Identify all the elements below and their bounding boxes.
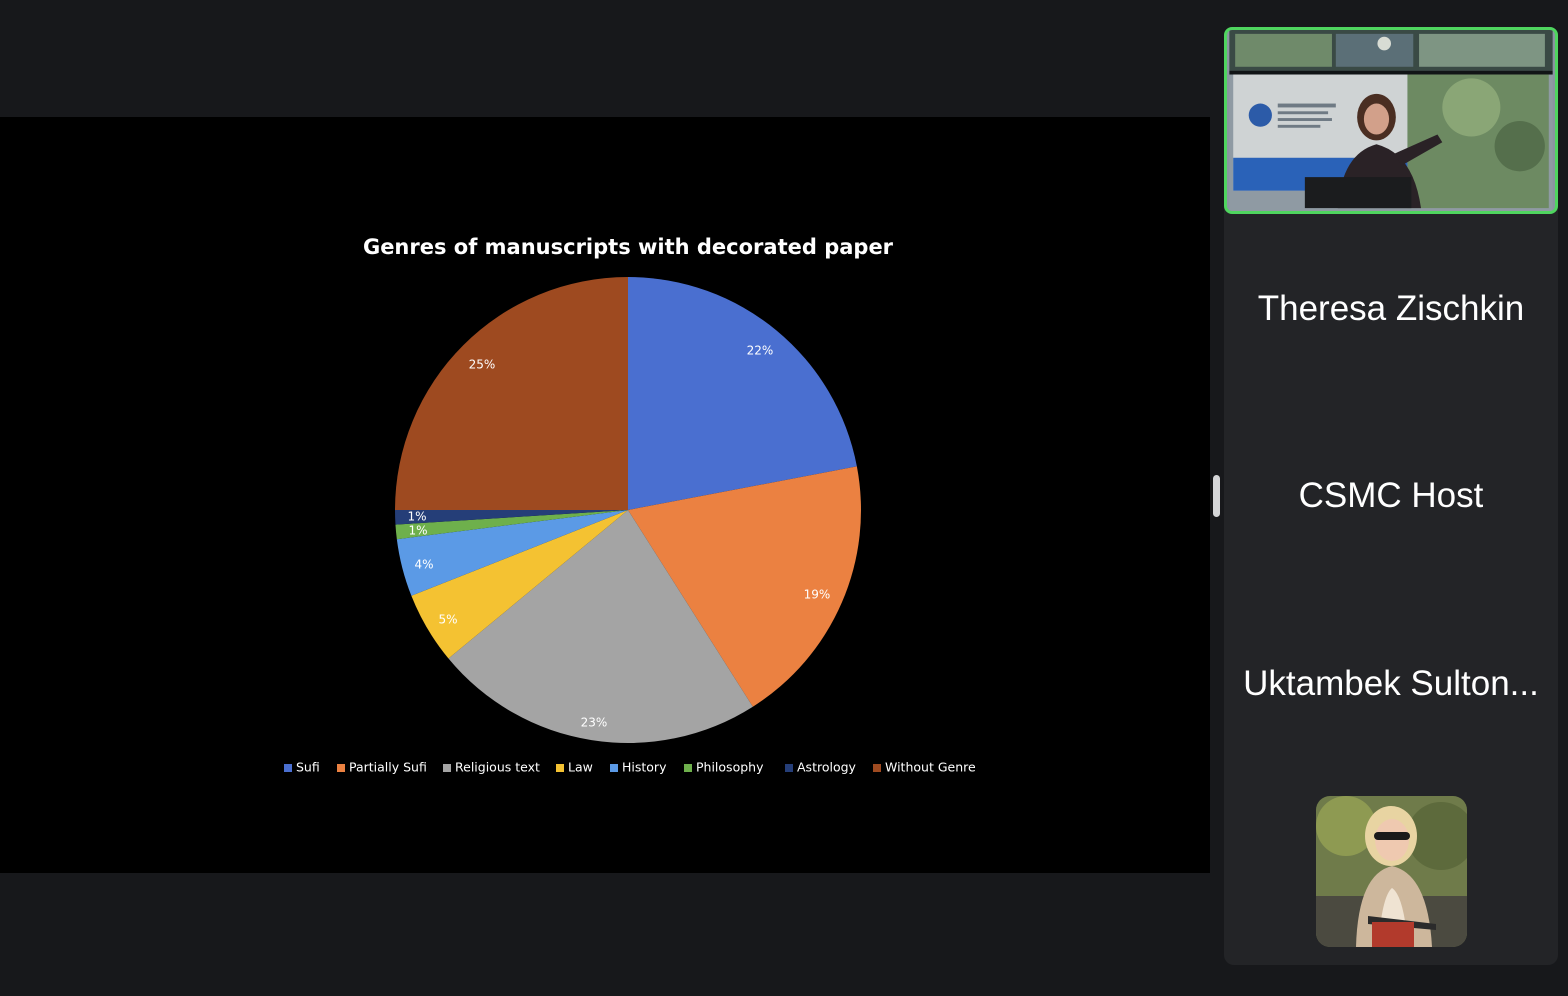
legend-label: Without Genre [885,760,976,775]
slice-data-label: 25% [469,358,496,372]
legend-label: Astrology [797,760,857,775]
pie-slice-without-genre [395,277,628,510]
legend-label: Law [568,760,593,775]
participant-tile-uktambek[interactable]: Uktambek Sulton... [1224,609,1558,759]
slice-data-label: 23% [581,716,608,730]
legend-label: Religious text [455,760,540,775]
legend-swatch [873,764,881,772]
screen-share-view: Genres of manuscripts with decorated pap… [0,117,1210,873]
pie-slices [395,277,861,744]
participant-tile-csmc-host[interactable]: CSMC Host [1224,421,1558,571]
pie-chart: Genres of manuscripts with decorated pap… [284,235,976,775]
participant-name: Uktambek Sulton... [1243,664,1539,703]
speaker-video-icon [1229,30,1553,211]
legend-label: History [622,760,667,775]
participant-avatar-photo[interactable] [1316,796,1467,947]
legend-swatch [337,764,345,772]
slice-data-label: 4% [414,558,433,572]
chart-title: Genres of manuscripts with decorated pap… [363,235,894,259]
legend-label: Sufi [296,760,320,775]
slice-data-label: 19% [804,588,831,602]
chart-legend: Sufi Partially Sufi Religious text Law Histo… [284,760,976,775]
active-speaker-video-tile[interactable] [1224,27,1558,214]
meeting-window: Genres of manuscripts with decorated pap… [0,0,1568,996]
participant-tile-theresa-zischkin[interactable]: Theresa Zischkin [1224,234,1558,384]
slice-data-label: 5% [438,613,457,627]
legend-swatch [684,764,692,772]
slice-data-label: 1% [407,510,426,524]
legend-label: Philosophy [696,760,764,775]
legend-swatch [284,764,292,772]
slice-data-label: 22% [747,344,774,358]
panel-resize-handle[interactable] [1213,475,1220,517]
participant-name: Theresa Zischkin [1257,289,1525,328]
legend-swatch [610,764,618,772]
legend-swatch [785,764,793,772]
legend-label: Partially Sufi [349,760,427,775]
legend-swatch [556,764,564,772]
slice-data-label: 1% [408,524,427,538]
participant-name: CSMC Host [1298,476,1484,515]
legend-swatch [443,764,451,772]
avatar-photo-icon [1316,796,1467,947]
